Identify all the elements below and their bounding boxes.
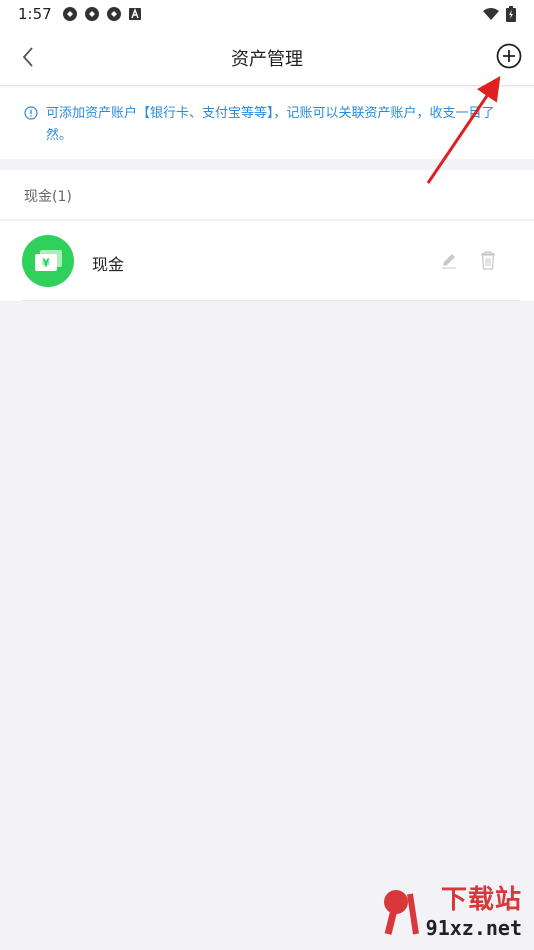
sync-icon [84, 7, 99, 21]
nav-bar: 资产管理 [0, 28, 534, 86]
account-name: 现金 [92, 255, 125, 274]
trash-icon [481, 251, 495, 270]
edit-button[interactable] [440, 251, 458, 269]
info-icon [24, 106, 38, 120]
notice-text: 可添加资产账户【银行卡、支付宝等等】，记账可以关联资产账户，收支一目了然。 [46, 106, 495, 143]
sync-icon [106, 7, 121, 21]
status-bar: 1:57 [0, 0, 534, 28]
plus-circle-icon [496, 43, 522, 69]
status-icons-left [62, 6, 142, 22]
sync-icon [62, 7, 77, 21]
watermark: 下载站 91xz.net [380, 885, 530, 946]
a-badge-icon [128, 8, 141, 20]
account-row[interactable]: ¥ 现金 [0, 221, 534, 301]
wifi-icon [483, 8, 499, 20]
pencil-icon [442, 254, 456, 269]
row-divider [22, 300, 520, 301]
account-icon: ¥ [22, 235, 74, 287]
status-time: 1:57 [18, 5, 52, 23]
status-icons-right [482, 6, 516, 22]
battery-icon [506, 6, 516, 22]
info-notice: 可添加资产账户【银行卡、支付宝等等】，记账可以关联资产账户，收支一目了然。 [0, 87, 534, 159]
section-header-cash: 现金(1) [0, 170, 534, 220]
watermark-domain: 91xz.net [425, 916, 522, 940]
watermark-brand: 下载站 [440, 885, 522, 915]
section-header-label: 现金(1) [24, 189, 72, 205]
delete-button[interactable] [478, 249, 498, 271]
cash-yuan-icon: ¥ [35, 250, 62, 271]
watermark-logo [384, 890, 419, 935]
svg-text:¥: ¥ [42, 257, 50, 270]
page-title: 资产管理 [231, 49, 303, 70]
add-account-button[interactable] [496, 43, 522, 69]
